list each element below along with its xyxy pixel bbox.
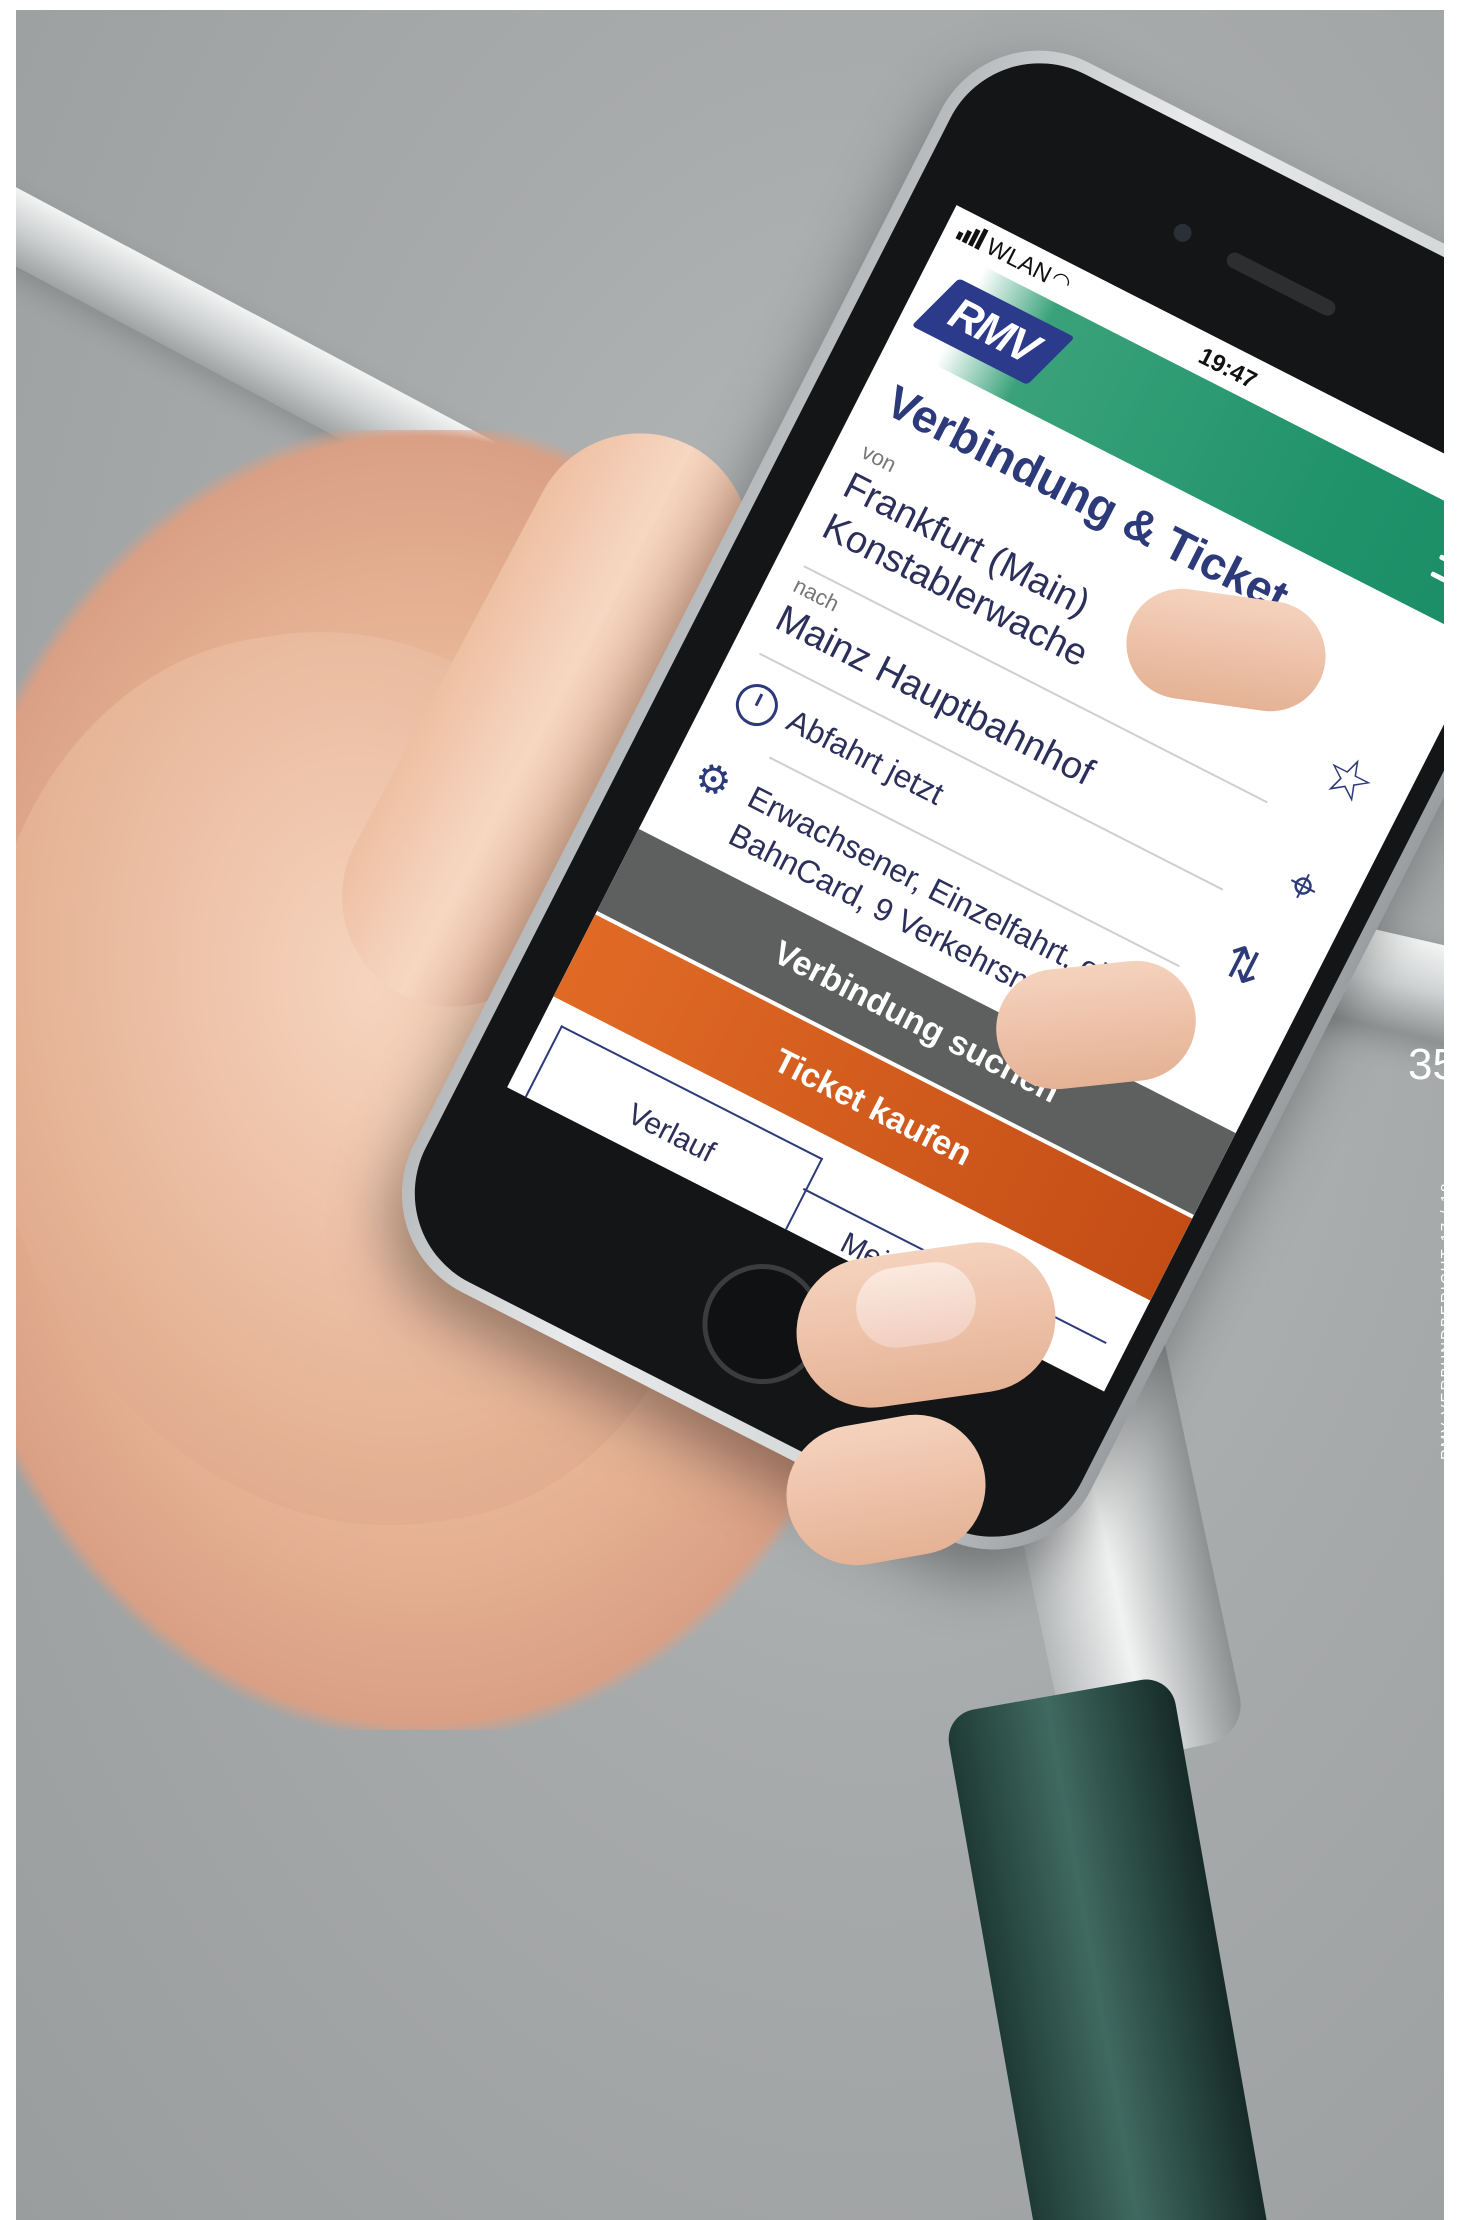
swap-icon[interactable]: ⇅	[1214, 932, 1273, 998]
gear-icon[interactable]: ⚙	[686, 752, 739, 809]
app-screen: WLAN ◠ 19:47 RMV Verbindung & Ticket von…	[507, 205, 1444, 1392]
earpiece	[1224, 249, 1339, 319]
signal-icon	[955, 228, 989, 251]
locate-icon[interactable]: ⌖	[1277, 854, 1329, 919]
hamburger-menu-icon[interactable]	[1427, 537, 1444, 609]
departure-time-field[interactable]: Abfahrt jetzt	[781, 702, 949, 812]
tab-history-label: Verlauf	[622, 1097, 721, 1170]
background-photo: WLAN ◠ 19:47 RMV Verbindung & Ticket von…	[16, 10, 1444, 2220]
logo-text: RMV	[941, 288, 1046, 374]
front-camera	[1170, 220, 1195, 245]
page-number: 35	[1408, 1040, 1457, 1089]
clock-icon	[728, 676, 786, 734]
report-label: RMV-VERBUNDBERICHT 17 / 18	[1438, 1181, 1455, 1460]
star-icon[interactable]: ☆	[1311, 738, 1386, 820]
